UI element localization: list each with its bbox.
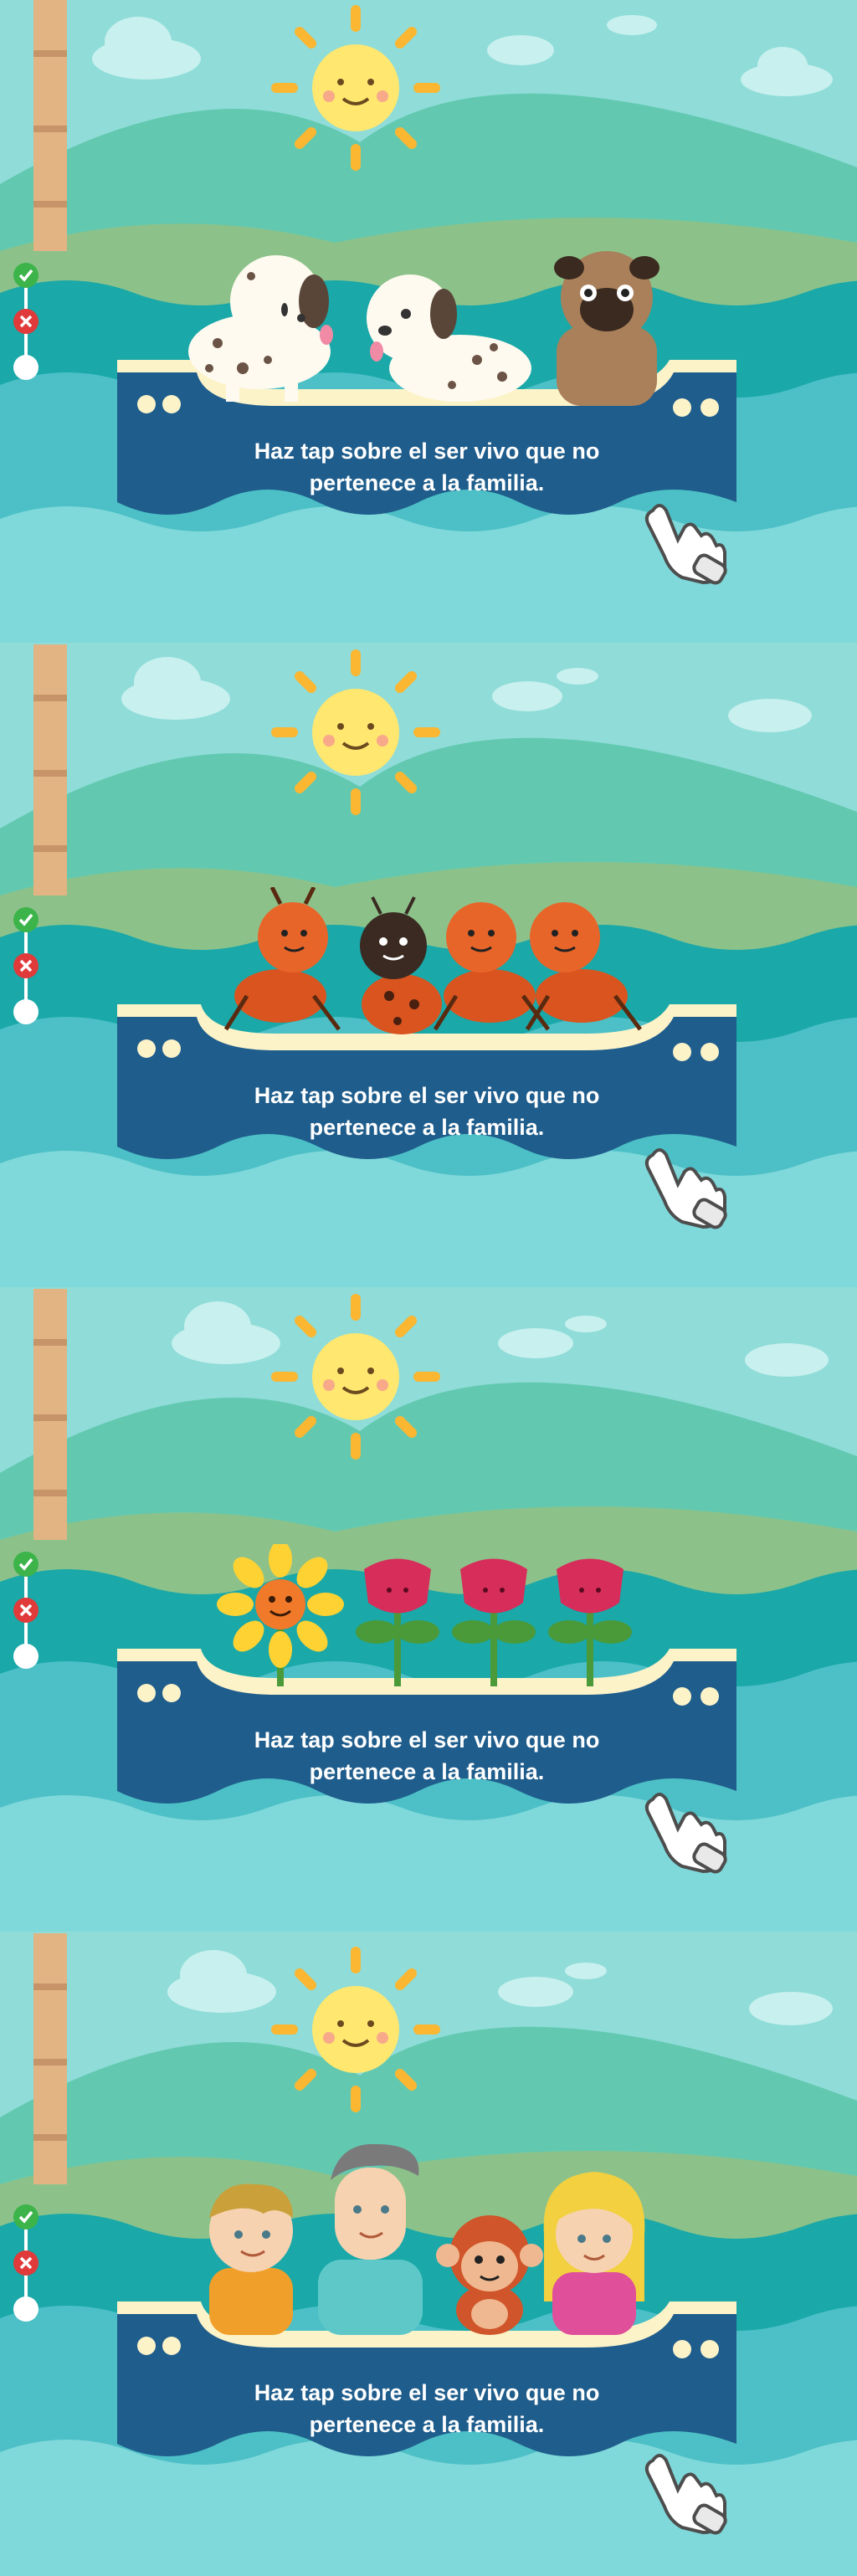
rose-icon[interactable] — [544, 1552, 636, 1686]
progress-indicator — [13, 1552, 38, 1669]
progress-indicator — [13, 907, 38, 1024]
pending-icon — [13, 2296, 38, 2322]
tap-hand-icon — [644, 2454, 727, 2535]
tap-hand-icon — [644, 504, 727, 585]
ant-icon[interactable] — [515, 887, 649, 1038]
pending-icon — [13, 1644, 38, 1669]
pending-icon — [13, 999, 38, 1024]
game-screen-4: Haz tap sobre el ser vivo que no pertene… — [0, 1933, 857, 2576]
progress-indicator — [13, 2204, 38, 2322]
tap-hand-icon — [644, 1793, 727, 1874]
dalmatian-dog-icon[interactable] — [167, 243, 352, 402]
girl-icon[interactable] — [527, 2159, 661, 2335]
tap-hand-icon — [644, 1148, 727, 1229]
sunflower-icon[interactable] — [213, 1544, 347, 1686]
dalmatian-dog-icon[interactable] — [352, 268, 536, 410]
father-icon[interactable] — [297, 2134, 439, 2335]
instruction-text: Haz tap sobre el ser vivo que no pertene… — [254, 1083, 600, 1140]
ant-icon[interactable] — [213, 887, 347, 1038]
rose-icon[interactable] — [448, 1552, 540, 1686]
progress-indicator — [13, 263, 38, 380]
game-screen-3: Haz tap sobre el ser vivo que no pertene… — [0, 1289, 857, 1932]
instruction-text: Haz tap sobre el ser vivo que no pertene… — [254, 2380, 600, 2437]
game-screen-2: Haz tap sobre el ser vivo que no pertene… — [0, 644, 857, 1287]
instruction-text: Haz tap sobre el ser vivo que no pertene… — [254, 439, 600, 495]
pending-icon — [13, 355, 38, 380]
rose-icon[interactable] — [352, 1552, 444, 1686]
instruction-text: Haz tap sobre el ser vivo que no pertene… — [254, 1727, 600, 1784]
pug-dog-icon[interactable] — [536, 243, 686, 410]
game-screen-1: Haz tap sobre el ser vivo que no pertene… — [0, 0, 857, 643]
